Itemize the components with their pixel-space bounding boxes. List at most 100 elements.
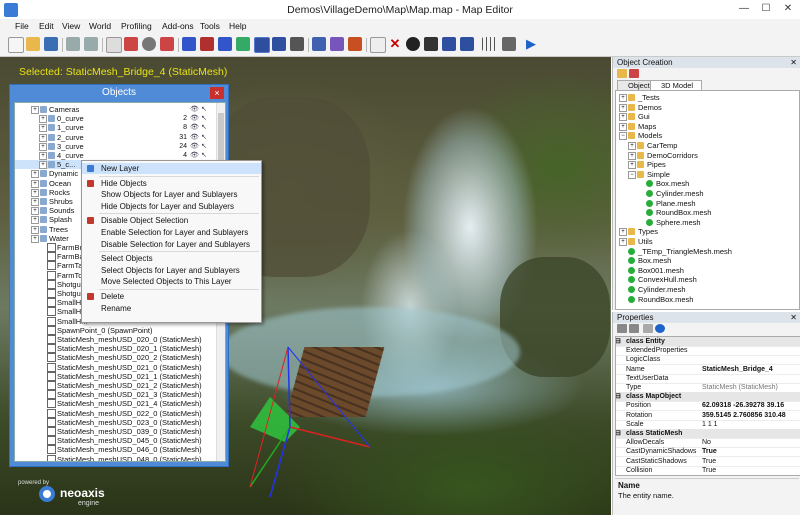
alphabetical-icon[interactable] — [629, 324, 639, 333]
objects-window-close-button[interactable]: × — [210, 87, 224, 99]
object-checkbox[interactable] — [47, 371, 56, 381]
select-cursor-icon[interactable] — [106, 37, 122, 53]
resource-tree-row[interactable]: Cylinder.mesh — [616, 189, 796, 198]
object-creation-tree[interactable]: + _Tests + Demos + Gui + Maps − Models + CarTemp + De… — [615, 90, 800, 310]
selectable-cursor-icon[interactable]: ↖ — [201, 105, 207, 114]
menu-item-hide-objects-for-layer-and-sublayers[interactable]: Hide Objects for Layer and Sublayers — [82, 201, 261, 212]
filter-icon[interactable] — [629, 69, 639, 78]
snap-icon[interactable] — [236, 37, 250, 51]
expand-toggle-icon[interactable]: + — [619, 103, 627, 112]
resource-tree-row[interactable]: + _Tests — [616, 93, 796, 102]
object-tree-row[interactable]: StaticMesh_meshUSD_021_3 (StaticMesh) — [15, 390, 215, 400]
resource-tree-row[interactable]: RoundBox.mesh — [616, 208, 796, 217]
resource-tree-row[interactable]: ConvexHull.mesh — [616, 275, 796, 284]
tools-icon[interactable] — [502, 37, 516, 51]
categorized-icon[interactable] — [617, 324, 627, 333]
object-checkbox[interactable] — [47, 408, 56, 418]
menu-item-enable-selection-for-layer-and-sublayers[interactable]: Enable Selection for Layer and Sublayers — [82, 227, 261, 238]
paint-icon[interactable] — [312, 37, 326, 51]
create-icon[interactable] — [617, 69, 627, 78]
object-tree-row[interactable]: StaticMesh_meshUSD_046_0 (StaticMesh) — [15, 445, 215, 455]
property-value[interactable]: StaticMesh (StaticMesh) — [702, 383, 792, 392]
object-tree-row[interactable]: StaticMesh_meshUSD_045_0 (StaticMesh) — [15, 436, 215, 446]
resource-tree-row[interactable]: Cylinder.mesh — [616, 285, 796, 294]
maximize-button[interactable]: ☐ — [755, 2, 777, 16]
visibility-eye-icon[interactable]: 👁 — [190, 123, 199, 132]
resource-tree-row[interactable]: − Simple — [616, 170, 796, 179]
expand-toggle-icon[interactable]: + — [619, 228, 627, 237]
resource-tree-row[interactable]: − Models — [616, 131, 796, 141]
collapse-toggle-icon[interactable]: ⊟ — [616, 429, 621, 438]
property-value[interactable]: True — [702, 447, 792, 456]
menu-item-delete[interactable]: Delete — [82, 291, 261, 302]
axis-z-icon[interactable] — [218, 37, 232, 51]
menu-item-move-selected-objects-to-this-layer[interactable]: Move Selected Objects to This Layer — [82, 276, 261, 287]
expand-toggle-icon[interactable]: + — [628, 151, 636, 160]
expand-toggle-icon[interactable]: + — [31, 170, 39, 179]
resource-tree-row[interactable]: + Types — [616, 227, 796, 237]
properties-close-icon[interactable]: ✕ — [790, 312, 797, 323]
property-row[interactable]: Collision True — [616, 466, 800, 475]
expand-toggle-icon[interactable]: + — [619, 238, 627, 246]
object-checkbox[interactable] — [47, 344, 56, 354]
object-checkbox[interactable] — [47, 454, 56, 461]
undo-icon[interactable] — [66, 37, 80, 51]
menu-file[interactable]: File — [15, 21, 29, 31]
copy-icon[interactable] — [370, 37, 386, 53]
object-checkbox[interactable] — [47, 427, 56, 436]
expand-toggle-icon[interactable]: − — [619, 132, 627, 141]
rotate-gizmo-icon[interactable] — [142, 37, 156, 51]
expand-toggle-icon[interactable]: + — [31, 234, 39, 243]
object-checkbox[interactable] — [47, 325, 56, 335]
menu-world[interactable]: World — [89, 21, 111, 31]
grid-icon[interactable] — [482, 37, 496, 51]
object-checkbox[interactable] — [47, 307, 56, 317]
redo-icon[interactable] — [84, 37, 98, 51]
expand-toggle-icon[interactable]: + — [619, 113, 627, 122]
delete-icon[interactable]: ✕ — [388, 37, 402, 51]
object-tree-row[interactable]: +3_curve 24 👁 ↖ — [15, 142, 215, 151]
menu-help[interactable]: Help — [229, 21, 246, 31]
close-button[interactable]: ✕ — [777, 2, 799, 16]
object-checkbox[interactable] — [47, 243, 56, 252]
axis-y-icon[interactable] — [200, 37, 214, 51]
object-checkbox[interactable] — [47, 335, 56, 344]
menu-item-show-objects-for-layer-and-sublayers[interactable]: Show Objects for Layer and Sublayers — [82, 189, 261, 200]
object-checkbox[interactable] — [47, 316, 56, 326]
menu-item-hide-objects[interactable]: Hide Objects — [82, 178, 261, 189]
object-checkbox[interactable] — [47, 279, 56, 289]
visibility-eye-icon[interactable]: 👁 — [190, 151, 199, 160]
expand-toggle-icon[interactable]: + — [31, 207, 39, 216]
object-tree-row[interactable]: StaticMesh_meshUSD_048_0 (StaticMesh) — [15, 454, 215, 461]
brush-icon[interactable] — [330, 37, 344, 51]
menu-item-select-objects[interactable]: Select Objects — [82, 253, 261, 264]
object-tree-row[interactable]: StaticMesh_meshUSD_021_2 (StaticMesh) — [15, 381, 215, 390]
object-tree-row[interactable]: StaticMesh_meshUSD_022_0 (StaticMesh) — [15, 408, 215, 418]
property-value[interactable]: True — [702, 466, 792, 475]
resource-tree-row[interactable]: Box.mesh — [616, 256, 796, 265]
expand-toggle-icon[interactable]: + — [619, 122, 627, 131]
scale-gizmo-icon[interactable] — [160, 37, 174, 51]
resource-tree-row[interactable]: _TEmp_TriangleMesh.mesh — [616, 247, 796, 256]
object-tree-row[interactable]: +2_curve 31 👁 ↖ — [15, 133, 215, 142]
zoom-icon[interactable] — [406, 37, 420, 51]
visibility-eye-icon[interactable]: 👁 — [190, 142, 199, 151]
selectable-cursor-icon[interactable]: ↖ — [201, 133, 207, 142]
resource-tree-row[interactable]: + DemoCorridors — [616, 151, 796, 160]
decal-icon[interactable] — [348, 37, 362, 51]
expand-toggle-icon[interactable]: + — [31, 179, 39, 188]
object-tree-row[interactable]: StaticMesh_meshUSD_020_1 (StaticMesh) — [15, 344, 215, 354]
menu-item-new-layer[interactable]: New Layer — [82, 163, 261, 174]
menu-edit[interactable]: Edit — [39, 21, 54, 31]
expand-toggle-icon[interactable]: + — [39, 133, 47, 142]
resource-tree-row[interactable]: + Maps — [616, 122, 796, 131]
property-pages-icon[interactable] — [643, 324, 653, 333]
menu-profiling[interactable]: Profiling — [121, 21, 152, 31]
tab-3d-model[interactable]: 3D Model — [650, 80, 702, 90]
new-file-icon[interactable] — [8, 37, 24, 53]
expand-toggle-icon[interactable]: + — [39, 161, 47, 170]
selectable-cursor-icon[interactable]: ↖ — [201, 142, 207, 151]
menu-item-rename[interactable]: Rename — [82, 303, 261, 314]
menu-view[interactable]: View — [62, 21, 80, 31]
object-checkbox[interactable] — [47, 436, 56, 446]
